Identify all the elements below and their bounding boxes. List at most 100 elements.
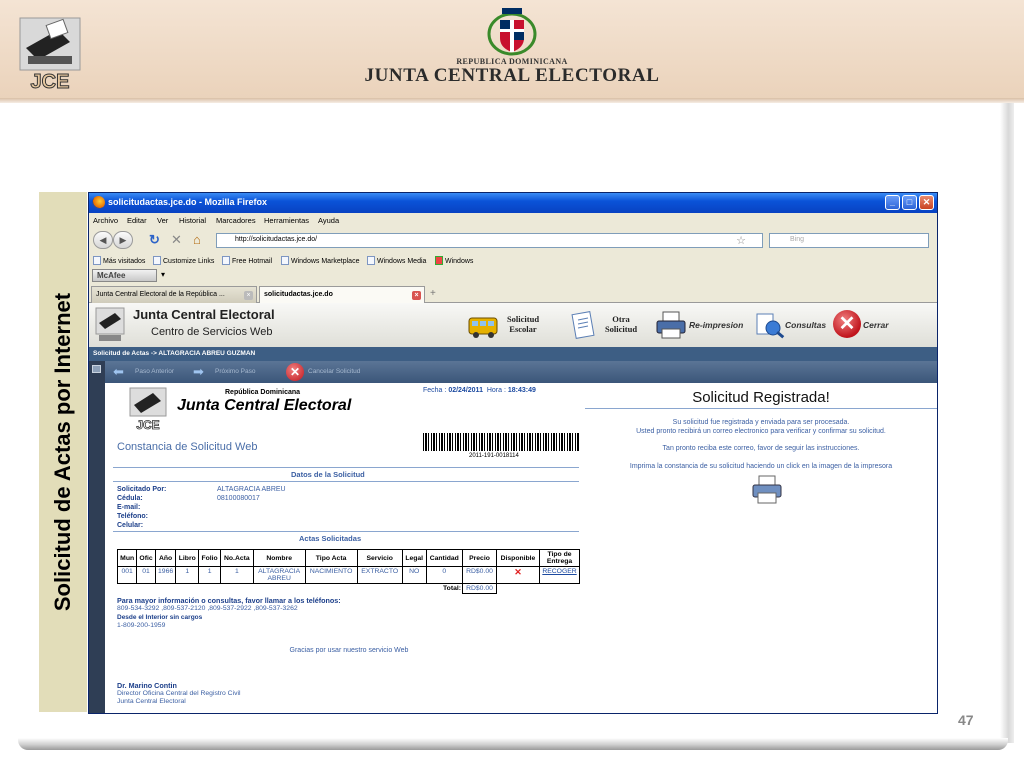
menu-marcadores[interactable]: Marcadores	[216, 216, 256, 225]
site-header: Junta Central Electoral Centro de Servic…	[89, 303, 937, 347]
slide-title: JUNTA CENTRAL ELECTORAL	[364, 65, 660, 86]
panel-icon[interactable]	[92, 365, 101, 373]
col-header: Nombre	[252, 549, 306, 567]
addon-toolbar: McAfee ▾	[89, 267, 937, 284]
tab-label: Junta Central Electoral de la República …	[96, 291, 225, 298]
cell: 1966	[154, 566, 177, 584]
consultas-button[interactable]: Consultas	[753, 308, 833, 342]
total-row: Total: RD$0.00	[117, 583, 580, 594]
svg-text:JCE: JCE	[136, 418, 159, 431]
phone-numbers: 809-534-3292 ,809-537-2120 ,809-537-2922…	[117, 605, 298, 612]
col-header: Folio	[198, 549, 222, 567]
cell: 001	[116, 566, 138, 584]
prev-step-button[interactable]: Paso Anterior	[135, 368, 174, 375]
divider	[113, 531, 579, 532]
solicitud-escolar-button[interactable]: Solicitud Escolar	[465, 308, 549, 342]
cell: EXTRACTO	[356, 566, 403, 584]
consultas-icon	[756, 313, 785, 339]
minimize-button[interactable]: _	[885, 195, 900, 210]
bookmark-mas-visitados[interactable]: Más visitados	[93, 256, 145, 265]
windows-icon	[435, 256, 443, 265]
tab-solicitudactas[interactable]: solicitudactas.jce.do ×	[259, 286, 425, 303]
mcafee-button[interactable]: McAfee	[92, 269, 157, 282]
cell: 01	[136, 566, 156, 584]
total-value: RD$0.00	[462, 583, 497, 594]
bookmark-free-hotmail[interactable]: Free Hotmail	[222, 256, 272, 265]
cancel-request-button[interactable]: Cancelar Solicitud	[308, 368, 360, 375]
side-strip	[89, 361, 105, 713]
entrega-link[interactable]: RECOGER	[539, 566, 580, 584]
registrada-msg: Su solicitud fue registrada y enviada pa…	[672, 419, 850, 426]
print-constancia-icon[interactable]	[751, 475, 783, 505]
tab-jce[interactable]: Junta Central Electoral de la República …	[91, 286, 257, 303]
divider	[585, 408, 937, 409]
constancia-title: Constancia de Solicitud Web	[117, 441, 258, 453]
cerrar-button[interactable]: ✕ Cerrar	[833, 308, 899, 342]
site-title: Junta Central Electoral	[133, 307, 275, 322]
printer-icon	[656, 311, 686, 339]
wizard-toolbar: ⬅ Paso Anterior ➡ Próximo Paso ✕ Cancela…	[105, 361, 937, 383]
school-bus-icon	[468, 317, 498, 338]
menu-herramientas[interactable]: Herramientas	[264, 216, 309, 225]
bookmark-customize-links[interactable]: Customize Links	[153, 256, 214, 265]
url-text: http://solicitudactas.jce.do/	[235, 236, 318, 243]
home-icon[interactable]: ⌂	[193, 233, 201, 246]
col-header: Tipo Acta	[304, 549, 358, 567]
stop-icon[interactable]: ✕	[171, 233, 182, 246]
menu-bar: Archivo Editar Ver Historial Marcadores …	[89, 213, 937, 228]
otra-solicitud-button[interactable]: Otra Solicitud	[569, 308, 649, 342]
menu-ayuda[interactable]: Ayuda	[318, 216, 339, 225]
url-bar[interactable]: http://solicitudactas.jce.do/ ☆	[216, 233, 763, 248]
datos-title: Datos de la Solicitud	[291, 470, 365, 479]
menu-historial[interactable]: Historial	[179, 216, 206, 225]
menu-ver[interactable]: Ver	[157, 216, 168, 225]
cell: 1	[198, 566, 222, 584]
bookmark-icon	[93, 256, 101, 265]
bookmark-windows[interactable]: Windows	[435, 256, 473, 265]
cell: NACIMIENTO	[304, 566, 358, 584]
menu-editar[interactable]: Editar	[127, 216, 147, 225]
solicitud-escolar-label: Solicitud Escolar	[506, 314, 540, 334]
reload-icon[interactable]: ↻	[149, 233, 160, 246]
bookmark-windows-marketplace[interactable]: Windows Marketplace	[281, 256, 359, 265]
back-icon[interactable]: ◀	[93, 231, 113, 249]
forward-icon[interactable]: ▶	[113, 231, 133, 249]
tab-close-icon[interactable]: ×	[244, 291, 253, 300]
bookmark-windows-media[interactable]: Windows Media	[367, 256, 426, 265]
thanks-text: Gracias por usar nuestro servicio Web	[289, 647, 409, 654]
cell: ALTAGRACIA ABREU	[252, 566, 306, 584]
site-logo-icon	[95, 307, 125, 341]
reimpresion-button[interactable]: Re-impresion	[655, 308, 749, 342]
close-button[interactable]: ✕	[919, 195, 934, 210]
registrada-msg: Usted pronto recibirá un correo electron…	[636, 428, 886, 435]
bookmark-icon	[281, 256, 289, 265]
col-header: Año	[154, 549, 177, 567]
reimpresion-label: Re-impresion	[689, 320, 744, 330]
search-placeholder: Bing	[790, 236, 805, 243]
divider	[113, 467, 579, 468]
menu-archivo[interactable]: Archivo	[93, 216, 118, 225]
tab-close-icon[interactable]: ×	[412, 291, 421, 300]
bookmark-star-icon[interactable]: ☆	[736, 234, 746, 247]
col-header: Ofic	[136, 549, 156, 567]
field-value: 08100080017	[217, 495, 260, 502]
barcode-number: 2011-191-0018114	[469, 453, 519, 459]
search-input[interactable]: Bing	[769, 233, 929, 248]
firefox-icon	[92, 196, 105, 209]
otra-solicitud-label: Otra Solicitud	[604, 314, 638, 334]
new-tab-icon[interactable]: +	[430, 288, 436, 299]
signer-name: Dr. Marino Contin	[117, 681, 177, 690]
interior-phone: 1-809-200-1959	[117, 622, 166, 629]
next-step-button[interactable]: Próximo Paso	[215, 368, 255, 375]
window-title: solicitudactas.jce.do - Mozilla Firefox	[108, 197, 268, 207]
page-number: 47	[958, 712, 974, 728]
barcode	[423, 433, 580, 451]
registration-panel: Solicitud Registrada! Su solicitud fue r…	[585, 385, 937, 713]
total-label: Total:	[117, 583, 464, 594]
arrow-left-icon: ⬅	[113, 364, 124, 379]
coat-of-arms	[487, 8, 537, 56]
maximize-button[interactable]: □	[902, 195, 917, 210]
field-label: Solicitado Por:	[117, 486, 167, 493]
chevron-down-icon[interactable]: ▾	[161, 270, 165, 279]
col-header: Precio	[462, 549, 497, 567]
